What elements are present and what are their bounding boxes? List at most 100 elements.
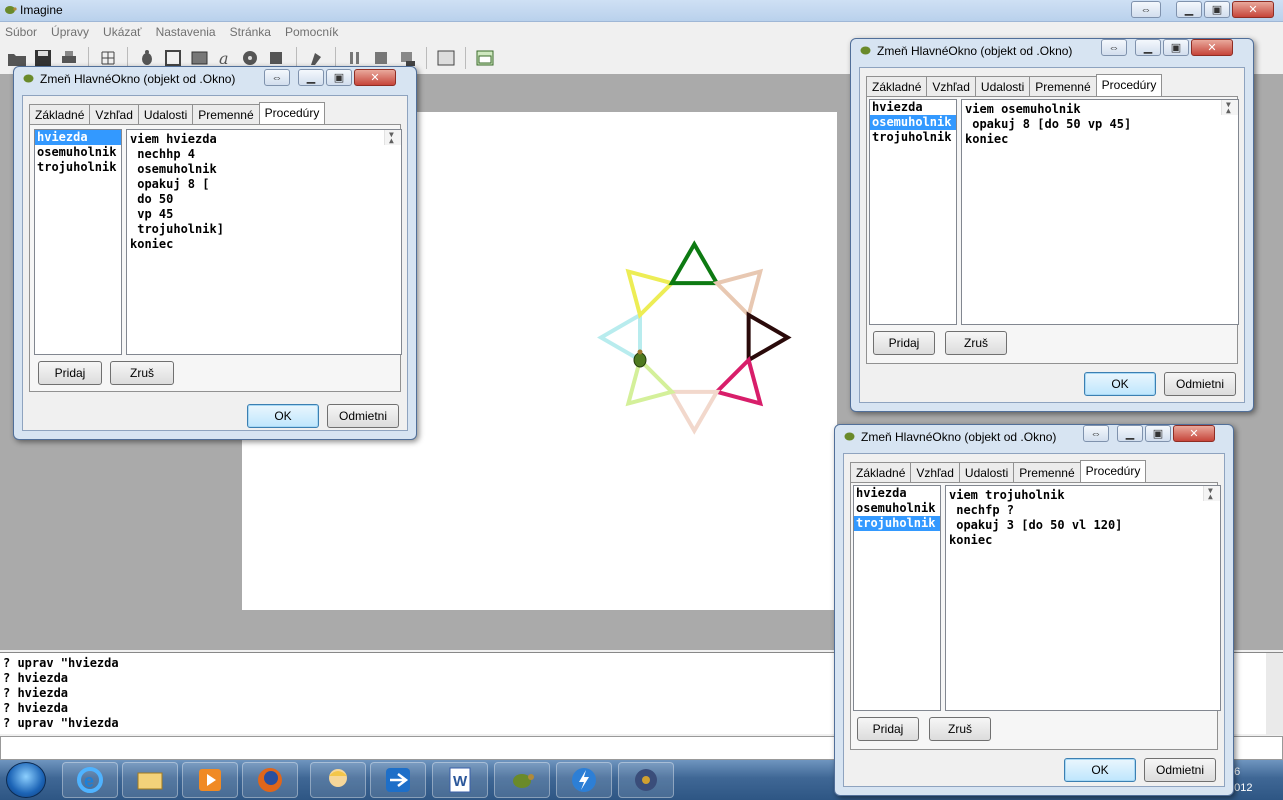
menu-stranka[interactable]: Stránka: [230, 25, 271, 39]
procedure-list[interactable]: hviezda osemuholnik trojuholnik: [34, 129, 122, 355]
taskbar-media[interactable]: [618, 762, 674, 798]
scroll-down-icon[interactable]: ▼: [1226, 100, 1231, 112]
dialog-resize-button[interactable]: ⇔: [1101, 39, 1127, 56]
add-procedure-button[interactable]: Pridaj: [873, 331, 935, 355]
dialog-titlebar[interactable]: Zmeň HlavnéOkno (objekt od .Okno) ⇔ ▁ ▣ …: [14, 67, 416, 89]
procedure-editor[interactable]: viem hviezda nechhp 4 osemuholnik opakuj…: [126, 129, 402, 355]
remove-procedure-button[interactable]: Zruš: [945, 331, 1007, 355]
tab-zakladne[interactable]: Základné: [850, 462, 912, 482]
dialog-resize-button[interactable]: ⇔: [1083, 425, 1109, 442]
history-scrollbar[interactable]: [1266, 653, 1283, 735]
tab-udalosti[interactable]: Udalosti: [137, 104, 194, 124]
tab-vzhlad[interactable]: Vzhľad: [910, 462, 960, 482]
dialog-minimize-button[interactable]: ▁: [298, 69, 324, 86]
editor-scrollbar[interactable]: ▲ ▼: [1221, 100, 1238, 115]
dialog-resize-button[interactable]: ⇔: [264, 69, 290, 86]
scroll-down-icon[interactable]: ▼: [1208, 486, 1213, 498]
procedure-list-item[interactable]: hviezda: [35, 130, 121, 145]
dialog-maximize-button[interactable]: ▣: [1145, 425, 1171, 442]
code-line: viem hviezda: [130, 132, 217, 146]
ok-button[interactable]: OK: [247, 404, 319, 428]
dialog-maximize-button[interactable]: ▣: [326, 69, 352, 86]
menu-pomocnik[interactable]: Pomocník: [285, 25, 338, 39]
procedure-list[interactable]: hviezda osemuholnik trojuholnik: [853, 485, 941, 711]
tab-premenne[interactable]: Premenné: [1013, 462, 1081, 482]
procedure-list-item[interactable]: trojuholnik: [854, 516, 940, 531]
tab-zakladne[interactable]: Základné: [866, 76, 928, 96]
tab-zakladne[interactable]: Základné: [29, 104, 91, 124]
cancel-button[interactable]: Odmietni: [327, 404, 399, 428]
close-icon: ✕: [1248, 4, 1258, 16]
procedure-list[interactable]: hviezda osemuholnik trojuholnik: [869, 99, 957, 325]
taskbar-firefox[interactable]: [242, 762, 298, 798]
app-close-button[interactable]: ✕: [1232, 1, 1274, 18]
procedure-editor[interactable]: viem osemuholnik opakuj 8 [do 50 vp 45] k…: [961, 99, 1239, 325]
app-restore-button[interactable]: ⇔: [1131, 1, 1161, 18]
taskbar-media-player[interactable]: [182, 762, 238, 798]
editor-scrollbar[interactable]: ▲ ▼: [384, 130, 401, 145]
procedure-list-item[interactable]: osemuholnik: [870, 115, 956, 130]
procedure-list-item[interactable]: osemuholnik: [35, 145, 121, 160]
turtle-icon[interactable]: [633, 349, 647, 368]
dialog-titlebar[interactable]: Zmeň HlavnéOkno (objekt od .Okno) ⇔ ▁ ▣ …: [835, 425, 1233, 447]
cancel-button[interactable]: Odmietni: [1144, 758, 1216, 782]
app-maximize-button[interactable]: ▣: [1204, 1, 1230, 18]
cancel-button[interactable]: Odmietni: [1164, 372, 1236, 396]
ok-button[interactable]: OK: [1064, 758, 1136, 782]
tab-premenne[interactable]: Premenné: [1029, 76, 1097, 96]
tab-udalosti[interactable]: Udalosti: [958, 462, 1015, 482]
procedure-list-item[interactable]: hviezda: [854, 486, 940, 501]
code-line: opakuj 8 [: [130, 177, 210, 191]
start-button[interactable]: [6, 762, 46, 798]
dialog-minimize-button[interactable]: ▁: [1117, 425, 1143, 442]
dialog-maximize-button[interactable]: ▣: [1163, 39, 1189, 56]
code-line: opakuj 3 [do 50 vl 120]: [949, 518, 1123, 532]
dialog-close-button[interactable]: ✕: [1191, 39, 1233, 56]
procedure-list-item[interactable]: trojuholnik: [870, 130, 956, 145]
tab-vzhlad[interactable]: Vzhľad: [926, 76, 976, 96]
tab-premenne[interactable]: Premenné: [192, 104, 260, 124]
tab-vzhlad[interactable]: Vzhľad: [89, 104, 139, 124]
menu-upravy[interactable]: Úpravy: [51, 25, 89, 39]
tab-procedury[interactable]: Procedúry: [1079, 460, 1147, 483]
add-procedure-button[interactable]: Pridaj: [38, 361, 102, 385]
menu-ukazat[interactable]: Ukázať: [103, 25, 142, 39]
taskbar-teamviewer[interactable]: [370, 762, 426, 798]
taskbar-word[interactable]: W: [432, 762, 488, 798]
procedure-list-item[interactable]: hviezda: [870, 100, 956, 115]
procedure-list-item[interactable]: trojuholnik: [35, 160, 121, 175]
edit-dialog-hviezda: Zmeň HlavnéOkno (objekt od .Okno) ⇔ ▁ ▣ …: [13, 66, 417, 440]
taskbar-avatar-app[interactable]: [310, 762, 366, 798]
tab-procedury[interactable]: Procedúry: [258, 102, 326, 125]
tab-udalosti[interactable]: Udalosti: [974, 76, 1031, 96]
procedures-panel: hviezda osemuholnik trojuholnik viem osemu…: [866, 96, 1239, 364]
dialog-minimize-button[interactable]: ▁: [1135, 39, 1161, 56]
slideshow-button[interactable]: [435, 47, 457, 69]
dialog-close-button[interactable]: ✕: [1173, 425, 1215, 442]
svg-text:W: W: [453, 773, 468, 790]
taskbar-file-explorer[interactable]: [122, 762, 178, 798]
dialog-title: Zmeň HlavnéOkno (objekt od .Okno): [861, 430, 1057, 444]
dialog-titlebar[interactable]: Zmeň HlavnéOkno (objekt od .Okno) ⇔ ▁ ▣ …: [851, 39, 1253, 61]
avatar-icon: [329, 769, 347, 787]
editor-scrollbar[interactable]: ▲ ▼: [1203, 486, 1220, 501]
thunder-icon: [572, 768, 596, 792]
menu-subor[interactable]: Súbor: [5, 25, 37, 39]
scroll-down-icon[interactable]: ▼: [389, 130, 394, 142]
tab-procedury[interactable]: Procedúry: [1095, 74, 1163, 97]
dialog-title: Zmeň HlavnéOkno (objekt od .Okno): [877, 44, 1073, 58]
menu-nastavenia[interactable]: Nastavenia: [156, 25, 216, 39]
app-minimize-button[interactable]: ▁: [1176, 1, 1202, 18]
dialog-close-button[interactable]: ✕: [354, 69, 396, 86]
taskbar-imagine[interactable]: [494, 762, 550, 798]
remove-procedure-button[interactable]: Zruš: [110, 361, 174, 385]
taskbar-thunder[interactable]: [556, 762, 612, 798]
remove-procedure-button[interactable]: Zruš: [929, 717, 991, 741]
taskbar-internet-explorer[interactable]: e: [62, 762, 118, 798]
dialog-tabs: Základné Vzhľad Udalosti Premenné Proced…: [29, 101, 326, 125]
procedure-editor[interactable]: viem trojuholnik nechfp ? opakuj 3 [do 5…: [945, 485, 1221, 711]
add-procedure-button[interactable]: Pridaj: [857, 717, 919, 741]
procedure-list-item[interactable]: osemuholnik: [854, 501, 940, 516]
ok-button[interactable]: OK: [1084, 372, 1156, 396]
page-view-button[interactable]: [474, 47, 496, 69]
